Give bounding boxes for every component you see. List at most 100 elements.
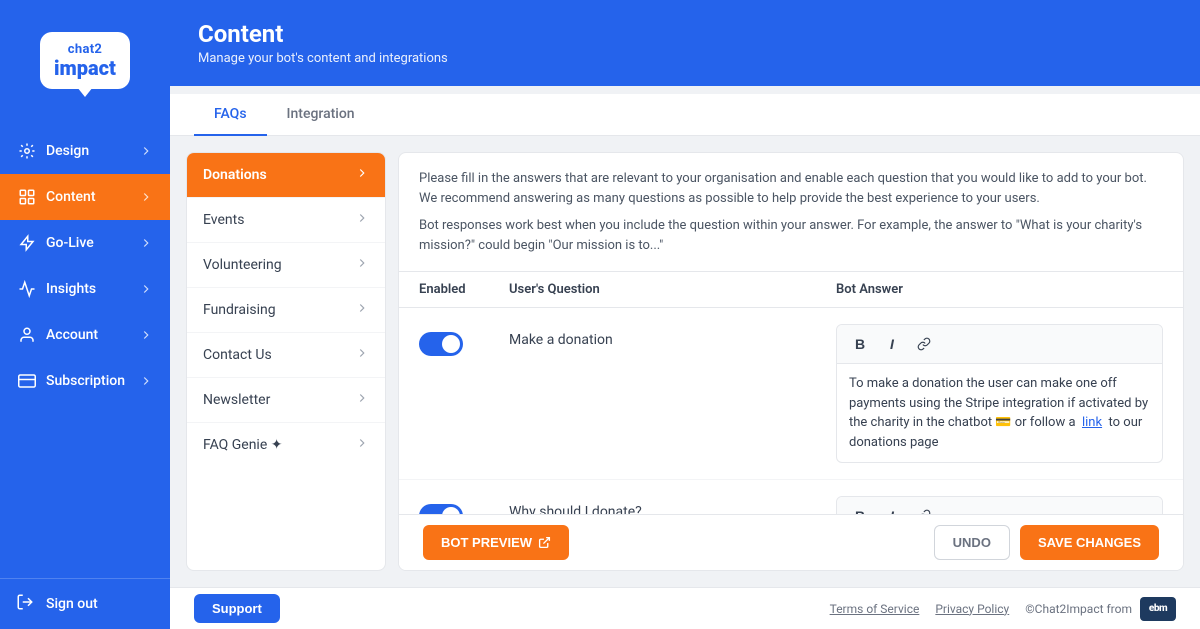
link-button-2[interactable]	[911, 503, 937, 514]
volunteering-chevron	[355, 256, 369, 274]
insights-icon	[16, 278, 38, 300]
sidebar-nav: Design Content	[0, 120, 170, 578]
italic-button-1[interactable]: I	[879, 331, 905, 357]
footer-links: Terms of Service Privacy Policy ©Chat2Im…	[830, 597, 1176, 621]
tabs-bar: FAQs Integration	[170, 94, 1200, 136]
bottom-bar: BOT PREVIEW UNDO SAVE CHANGES	[399, 514, 1183, 570]
tab-integration[interactable]: Integration	[267, 94, 375, 136]
logo-text-top: chat2	[54, 42, 116, 57]
sidebar-item-subscription[interactable]: Subscription	[0, 358, 170, 404]
signout-icon	[16, 593, 38, 615]
design-chevron	[138, 143, 154, 159]
faq-desc-2: Bot responses work best when you include…	[419, 216, 1163, 255]
menu-item-donations[interactable]: Donations	[187, 153, 385, 198]
link-button-1[interactable]	[911, 331, 937, 357]
faq-content: Please fill in the answers that are rele…	[398, 152, 1184, 571]
editor-content-1[interactable]: To make a donation the user can make one…	[837, 364, 1162, 462]
design-icon	[16, 140, 38, 162]
italic-button-2[interactable]: I	[879, 503, 905, 514]
golive-icon	[16, 232, 38, 254]
editor-toolbar-2: B I	[837, 497, 1162, 514]
col-question: User's Question	[509, 282, 836, 297]
account-icon	[16, 324, 38, 346]
faq-description: Please fill in the answers that are rele…	[399, 153, 1183, 272]
copyright-text: ©Chat2Impact from	[1025, 602, 1132, 616]
menu-item-newsletter[interactable]: Newsletter	[187, 378, 385, 423]
events-chevron	[355, 211, 369, 229]
editor-make-donation: B I To make a donation the user can make…	[836, 324, 1163, 463]
content-area: FAQs Integration Donations Events	[170, 86, 1200, 587]
faq-desc-1: Please fill in the answers that are rele…	[419, 169, 1163, 208]
faqgenie-chevron	[355, 436, 369, 454]
contact-label: Contact Us	[203, 347, 272, 363]
menu-item-fundraising[interactable]: Fundraising	[187, 288, 385, 333]
menu-item-faqgenie[interactable]: FAQ Genie ✦	[187, 423, 385, 467]
bold-button-1[interactable]: B	[847, 331, 873, 357]
question-make-donation: Make a donation	[509, 324, 836, 348]
toggle-why-donate[interactable]	[419, 496, 509, 514]
sidebar-item-golive[interactable]: Go-Live	[0, 220, 170, 266]
signout-button[interactable]: Sign out	[0, 578, 170, 629]
undo-button[interactable]: UNDO	[934, 525, 1010, 560]
faq-table-body: Make a donation B I To make a donation t	[399, 308, 1183, 514]
faq-table-header: Enabled User's Question Bot Answer	[399, 272, 1183, 308]
bold-button-2[interactable]: B	[847, 503, 873, 514]
table-row: Make a donation B I To make a donation t	[399, 308, 1183, 480]
sidebar-label-subscription: Subscription	[46, 373, 138, 389]
sidebar-item-design[interactable]: Design	[0, 128, 170, 174]
editor-toolbar-1: B I	[837, 325, 1162, 364]
sidebar-label-account: Account	[46, 327, 138, 343]
logo: chat2 impact	[40, 32, 130, 89]
page-title: Content	[198, 20, 1172, 48]
content-icon	[16, 186, 38, 208]
donations-label: Donations	[203, 167, 267, 183]
menu-item-volunteering[interactable]: Volunteering	[187, 243, 385, 288]
sidebar-label-insights: Insights	[46, 281, 138, 297]
col-enabled: Enabled	[419, 282, 509, 297]
events-label: Events	[203, 212, 244, 228]
tab-faqs[interactable]: FAQs	[194, 94, 267, 136]
main-content: Content Manage your bot's content and in…	[170, 0, 1200, 629]
menu-item-events[interactable]: Events	[187, 198, 385, 243]
privacy-link[interactable]: Privacy Policy	[935, 602, 1009, 616]
ebm-logo: ebm	[1140, 597, 1176, 621]
fundraising-label: Fundraising	[203, 302, 276, 318]
sidebar-item-account[interactable]: Account	[0, 312, 170, 358]
content-chevron	[138, 189, 154, 205]
account-chevron	[138, 327, 154, 343]
bot-preview-button[interactable]: BOT PREVIEW	[423, 525, 569, 560]
donation-link[interactable]: link	[1082, 415, 1102, 430]
save-changes-button[interactable]: SAVE CHANGES	[1020, 525, 1159, 560]
sidebar-label-golive: Go-Live	[46, 235, 138, 251]
side-menu: Donations Events Volunteering	[186, 152, 386, 571]
editor-why-donate: B I It can make you feel pretty good abo…	[836, 496, 1163, 514]
menu-item-contact[interactable]: Contact Us	[187, 333, 385, 378]
sidebar-label-content: Content	[46, 189, 138, 205]
fundraising-chevron	[355, 301, 369, 319]
page-header: Content Manage your bot's content and in…	[170, 0, 1200, 86]
golive-chevron	[138, 235, 154, 251]
preview-label: BOT PREVIEW	[441, 535, 532, 550]
sidebar-label-design: Design	[46, 143, 138, 159]
sidebar-item-content[interactable]: Content	[0, 174, 170, 220]
panel-area: Donations Events Volunteering	[170, 136, 1200, 587]
insights-chevron	[138, 281, 154, 297]
faqgenie-label: FAQ Genie ✦	[203, 437, 282, 453]
volunteering-label: Volunteering	[203, 257, 282, 273]
newsletter-label: Newsletter	[203, 392, 270, 408]
newsletter-chevron	[355, 391, 369, 409]
support-button[interactable]: Support	[194, 594, 280, 623]
toggle-make-donation[interactable]	[419, 324, 509, 356]
donations-chevron	[355, 166, 369, 184]
col-answer: Bot Answer	[836, 282, 1163, 297]
page-subtitle: Manage your bot's content and integratio…	[198, 51, 1172, 66]
subscription-chevron	[138, 373, 154, 389]
footer-brand: ©Chat2Impact from ebm	[1025, 597, 1176, 621]
contact-chevron	[355, 346, 369, 364]
sidebar: chat2 impact Design	[0, 0, 170, 629]
logo-text-bottom: impact	[54, 57, 116, 79]
terms-link[interactable]: Terms of Service	[830, 602, 920, 616]
logo-area: chat2 impact	[0, 0, 170, 120]
question-why-donate: Why should I donate?	[509, 496, 836, 514]
sidebar-item-insights[interactable]: Insights	[0, 266, 170, 312]
